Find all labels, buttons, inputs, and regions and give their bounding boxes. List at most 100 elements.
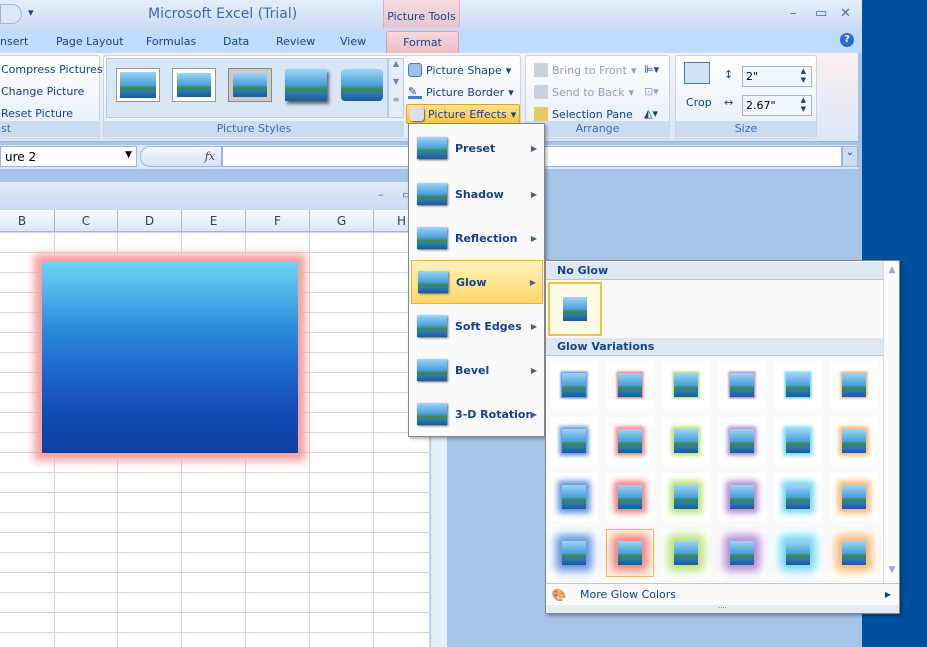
reset-picture-button[interactable]: Reset Picture (1, 107, 73, 120)
height-spinner[interactable]: ▲ ▼ (801, 67, 806, 85)
grid-line (373, 232, 374, 647)
minimize-button[interactable]: – (790, 6, 797, 21)
bring-to-front-button[interactable]: Bring to Front ▾ (534, 63, 636, 77)
column-header-b[interactable]: B (0, 210, 55, 232)
height-input[interactable]: 2" ▲ ▼ (742, 66, 812, 87)
rotate-button[interactable]: ◭▾ (644, 107, 658, 120)
style-metal-frame[interactable] (228, 68, 272, 102)
glow-variation-r2-c5[interactable] (774, 417, 822, 465)
glow-variation-r2-c2[interactable] (606, 417, 654, 465)
name-box[interactable]: ure 2 ▼ (0, 146, 137, 167)
expand-formula-bar-button[interactable]: ⌄ (842, 146, 858, 167)
picture-thumb-icon (842, 429, 866, 453)
glow-variation-r4-c5[interactable] (774, 529, 822, 577)
glow-variation-r1-c5[interactable] (774, 361, 822, 409)
selected-picture[interactable] (42, 262, 298, 453)
effects-menu-reflection[interactable]: Reflection ▶ (411, 216, 543, 260)
effects-menu-bevel[interactable]: Bevel ▶ (411, 348, 543, 392)
column-header-d[interactable]: D (118, 210, 182, 232)
glow-variation-r3-c6[interactable] (830, 473, 878, 521)
effects-menu-glow[interactable]: Glow ▶ (411, 260, 543, 304)
tab-formulas[interactable]: Formulas (146, 35, 196, 48)
crop-icon (684, 62, 710, 84)
glow-variation-r1-c3[interactable] (662, 361, 710, 409)
width-spinner[interactable]: ▲ ▼ (801, 96, 806, 114)
effects-menu-3-d-rotation[interactable]: 3-D Rotation ▶ (411, 392, 543, 436)
tab-data[interactable]: Data (223, 35, 249, 48)
workbook-title-bar: – ▭ (0, 182, 430, 210)
chevron-down-icon[interactable]: ▼ (125, 150, 132, 160)
submenu-arrow-icon: ▶ (530, 189, 537, 199)
submenu-arrow-icon: ▶ (530, 233, 537, 243)
no-glow-option[interactable] (548, 282, 602, 336)
width-input[interactable]: 2.67" ▲ ▼ (742, 95, 812, 116)
quick-access-customize-icon[interactable]: ▾ (28, 6, 34, 19)
picture-border-button[interactable]: ✎ Picture Border ▾ (408, 85, 514, 99)
size-group: Crop ↕ 2" ▲ ▼ ↔ 2.67" ▲ ▼ Size (675, 55, 817, 139)
glow-variation-r1-c1[interactable] (550, 361, 598, 409)
glow-variation-r2-c1[interactable] (550, 417, 598, 465)
glow-variation-r2-c3[interactable] (662, 417, 710, 465)
align-button[interactable]: ⊫▾ (644, 63, 659, 76)
send-to-back-button[interactable]: Send to Back ▾ (534, 85, 634, 99)
workbook-minimize-button[interactable]: – (378, 188, 384, 201)
glow-variations-header: Glow Variations (546, 338, 883, 356)
style-reflected[interactable] (341, 69, 383, 101)
glow-variation-r4-c3[interactable] (662, 529, 710, 577)
tab-format[interactable]: Format (386, 31, 459, 53)
style-drop-shadow[interactable] (285, 69, 327, 101)
picture-shape-button[interactable]: Picture Shape ▾ (408, 63, 511, 77)
group-button[interactable]: ⊡▾ (644, 85, 659, 98)
maximize-button[interactable]: ▭ (815, 6, 827, 21)
glow-variation-r3-c4[interactable] (718, 473, 766, 521)
glow-variation-r4-c4[interactable] (718, 529, 766, 577)
picture-effects-label: Picture Effects (428, 107, 507, 121)
column-header-c[interactable]: C (55, 210, 118, 232)
effect-label: 3-D Rotation (455, 407, 534, 421)
compress-pictures-button[interactable]: Compress Pictures (1, 63, 103, 76)
glow-variation-r2-c6[interactable] (830, 417, 878, 465)
picture-effects-button[interactable]: Picture Effects ▾ (406, 104, 521, 124)
effects-menu-shadow[interactable]: Shadow ▶ (411, 172, 543, 216)
effects-menu-preset[interactable]: Preset ▶ (411, 126, 543, 170)
glow-variation-r4-c1[interactable] (550, 529, 598, 577)
tab-page-layout[interactable]: Page Layout (56, 35, 124, 48)
gallery-scrollbar[interactable]: ▲ ▼ ≡ (388, 58, 404, 118)
selection-pane-icon (534, 107, 548, 121)
glow-variation-r3-c2[interactable] (606, 473, 654, 521)
effects-menu-soft-edges[interactable]: Soft Edges ▶ (411, 304, 543, 348)
picture-thumb-icon (842, 485, 866, 509)
office-button[interactable] (0, 4, 22, 24)
adjust-group: Compress Pictures Change Picture Reset P… (0, 55, 103, 139)
help-icon[interactable]: ? (840, 33, 854, 47)
tab-review[interactable]: Review (276, 35, 315, 48)
more-glow-colors-label: More Glow Colors (580, 588, 677, 601)
column-header-f[interactable]: F (246, 210, 310, 232)
more-glow-colors-item[interactable]: 🎨 More Glow Colors ▶ (546, 583, 899, 605)
glow-variation-r4-c2[interactable] (606, 529, 654, 577)
insert-function-button[interactable]: fx (140, 146, 222, 167)
style-thick-frame[interactable] (172, 68, 216, 102)
tab-view[interactable]: View (340, 35, 366, 48)
picture-thumb-icon (618, 429, 642, 453)
close-button[interactable]: ✕ (840, 6, 851, 21)
resize-grip[interactable]: ···· (546, 605, 899, 613)
glow-variation-r3-c1[interactable] (550, 473, 598, 521)
change-picture-button[interactable]: Change Picture (1, 85, 84, 98)
glow-variation-r4-c6[interactable] (830, 529, 878, 577)
picture-thumb-icon (674, 541, 698, 565)
glow-variation-r3-c5[interactable] (774, 473, 822, 521)
glow-variation-r1-c4[interactable] (718, 361, 766, 409)
glow-variation-r1-c6[interactable] (830, 361, 878, 409)
glow-variation-r3-c3[interactable] (662, 473, 710, 521)
submenu-arrow-icon: ▶ (530, 143, 537, 153)
column-header-e[interactable]: E (182, 210, 246, 232)
glow-variation-r2-c4[interactable] (718, 417, 766, 465)
glow-variation-r1-c2[interactable] (606, 361, 654, 409)
crop-button[interactable]: Crop (686, 96, 712, 109)
column-header-g[interactable]: G (310, 210, 374, 232)
style-simple-frame[interactable] (116, 68, 160, 102)
glow-gallery-scrollbar[interactable]: ▲ ▼ (883, 261, 900, 583)
selection-pane-button[interactable]: Selection Pane (534, 107, 633, 121)
tab-insert[interactable]: nsert (0, 35, 28, 48)
